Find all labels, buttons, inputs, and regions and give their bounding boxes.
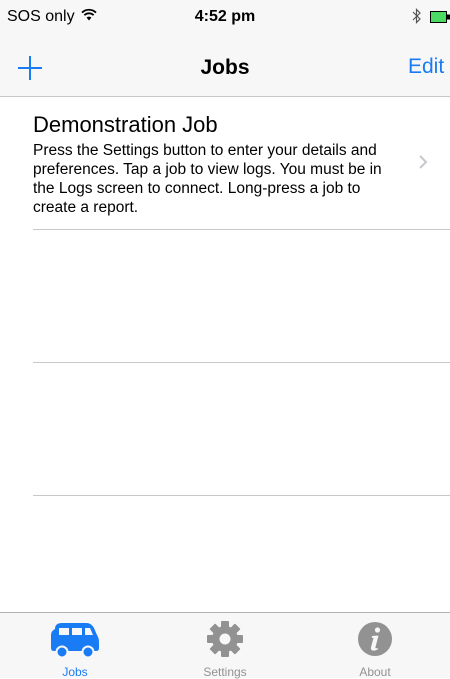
tab-bar: Jobs Settings About	[0, 612, 450, 679]
status-right	[412, 8, 450, 29]
chevron-right-icon	[416, 151, 430, 173]
empty-row	[33, 363, 450, 496]
navigation-bar: Jobs Edit	[0, 40, 450, 97]
job-title: Demonstration Job	[33, 112, 218, 137]
status-bar: SOS only 4:52 pm	[0, 0, 450, 40]
edit-button[interactable]: Edit	[408, 55, 450, 79]
gear-icon	[205, 619, 245, 664]
info-icon	[355, 619, 395, 664]
bluetooth-icon	[412, 8, 422, 29]
battery-icon	[430, 10, 450, 28]
van-icon	[49, 619, 101, 664]
jobs-list: Demonstration Job Press the Settings but…	[0, 97, 450, 496]
job-row-demonstration[interactable]: Demonstration Job Press the Settings but…	[33, 97, 450, 230]
job-description: Press the Settings button to enter your …	[33, 142, 382, 216]
tab-settings[interactable]: Settings	[150, 613, 300, 679]
status-time: 4:52 pm	[194, 8, 256, 25]
tab-about[interactable]: About	[300, 613, 450, 679]
tab-jobs[interactable]: Jobs	[0, 613, 150, 679]
page-title: Jobs	[200, 56, 250, 79]
empty-row	[33, 230, 450, 363]
